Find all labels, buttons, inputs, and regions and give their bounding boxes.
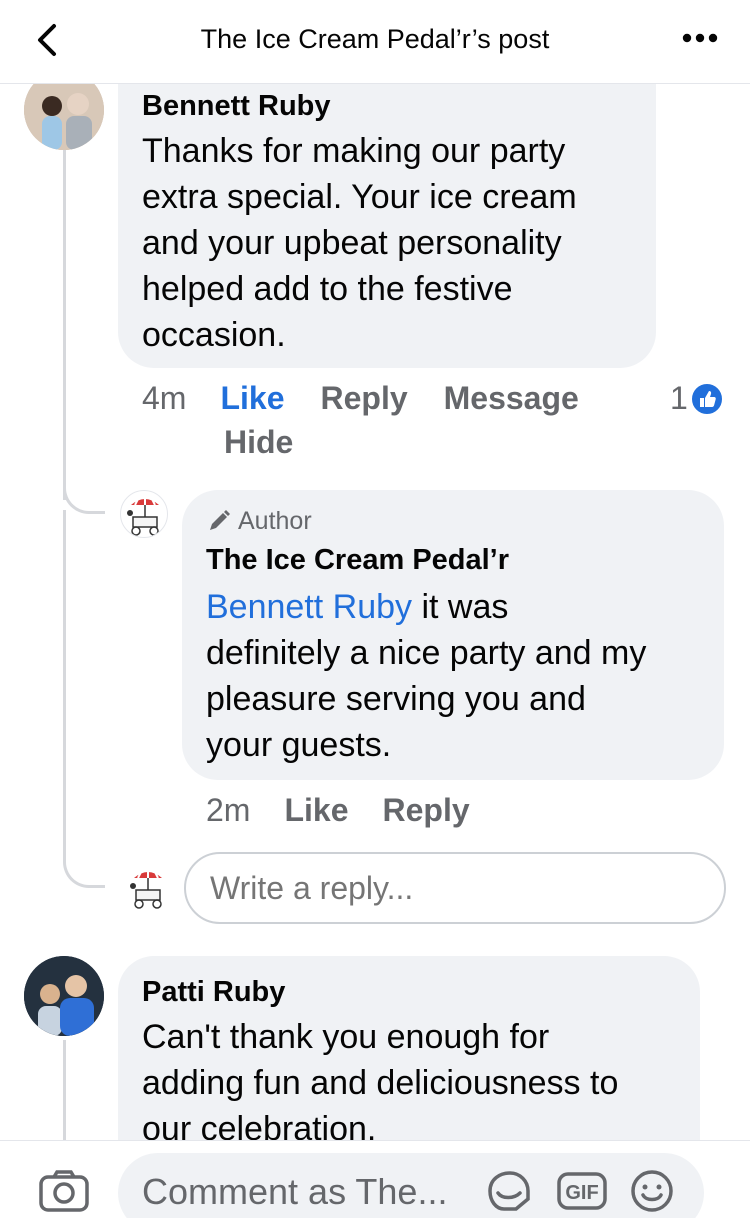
author-avatar[interactable] (120, 490, 168, 538)
comment-composer: Comment as The... GIF (0, 1140, 750, 1218)
author-badge: Author (206, 506, 646, 536)
gif-icon[interactable]: GIF (556, 1171, 608, 1211)
pencil-icon (210, 510, 230, 530)
reply-actions: 2m Like Reply (206, 790, 500, 830)
comment-text: Thanks for making our party extra specia… (142, 132, 577, 354)
like-button[interactable]: Like (284, 792, 348, 828)
hide-button[interactable]: Hide (224, 422, 293, 462)
like-button[interactable]: Like (220, 380, 284, 416)
timestamp: 2m (206, 792, 251, 828)
reply-button[interactable]: Reply (320, 380, 407, 416)
user-avatar (124, 864, 172, 912)
commenter-name[interactable]: Patti Ruby (142, 974, 618, 1010)
page-title: The Ice Cream Pedal’r’s post (200, 24, 550, 54)
comment-input[interactable]: Comment as The... GIF (118, 1153, 704, 1218)
top-bar: The Ice Cream Pedal’r’s post (0, 0, 750, 84)
reply-bubble[interactable]: Author The Ice Cream Pedal’r Bennett Rub… (182, 490, 724, 780)
sticker-icon[interactable] (484, 1169, 532, 1213)
reply-input-box[interactable] (184, 852, 726, 924)
reply-button[interactable]: Reply (382, 792, 469, 828)
thread-connector (63, 470, 105, 514)
profile-photo (24, 956, 104, 1036)
camera-icon[interactable] (38, 1169, 90, 1213)
svg-text:GIF: GIF (565, 1182, 598, 1204)
avatar[interactable] (24, 956, 104, 1036)
thread-line (63, 1040, 66, 1140)
comment-bubble[interactable]: Bennett Ruby Thanks for making our party… (118, 70, 656, 368)
reply-input[interactable] (186, 854, 724, 922)
commenter-name[interactable]: Bennett Ruby (142, 88, 577, 124)
ice-cream-cart-icon (127, 497, 159, 536)
reaction-count[interactable]: 1 (670, 380, 724, 417)
comment-actions: 4m Like Reply Message (142, 378, 609, 418)
thread-connector (63, 840, 105, 888)
comment-placeholder: Comment as The... (142, 1171, 448, 1212)
like-reaction-icon (689, 381, 724, 416)
mention-link[interactable]: Bennett Ruby (206, 588, 412, 626)
more-options-icon[interactable] (678, 18, 722, 58)
timestamp: 4m (142, 380, 187, 416)
emoji-icon[interactable] (630, 1169, 674, 1213)
message-button[interactable]: Message (444, 380, 579, 416)
thread-line (63, 510, 66, 860)
reply-text: Bennett Ruby it was definitely a nice pa… (206, 588, 647, 764)
comment-text: Can't thank you enough for adding fun an… (142, 1018, 619, 1148)
ice-cream-cart-icon (130, 870, 162, 909)
author-name[interactable]: The Ice Cream Pedal’r (206, 542, 646, 578)
thread-line (63, 150, 66, 500)
